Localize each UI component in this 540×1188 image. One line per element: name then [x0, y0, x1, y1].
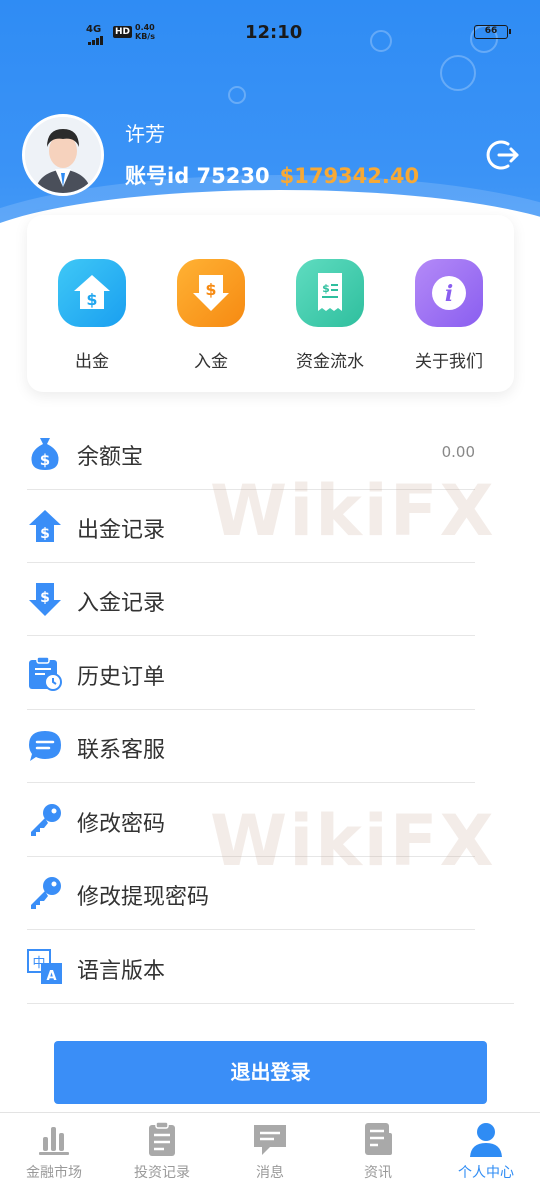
speed-unit: KB/s: [135, 32, 155, 41]
tab-label: 投资记录: [134, 1165, 190, 1181]
menu-item-deposit-records[interactable]: $ 入金记录: [27, 563, 475, 636]
avatar-person-icon: [25, 117, 101, 193]
info-icon: i: [415, 259, 483, 327]
account-info: 账号id 75230 $179342.40: [125, 160, 419, 190]
message-icon: [250, 1119, 290, 1159]
hd-badge: HD: [113, 26, 133, 38]
key-icon: [27, 875, 63, 911]
menu-label: 修改密码: [77, 812, 166, 837]
bar-chart-icon: [34, 1119, 74, 1159]
tab-investment-records[interactable]: 投资记录: [108, 1119, 216, 1182]
tab-label: 资讯: [364, 1165, 392, 1181]
menu-label: 出金记录: [77, 518, 166, 543]
key-icon: [27, 802, 63, 838]
house-dollar-icon: $: [27, 508, 63, 544]
quick-actions-card: $ 出金 $ 入金 $ 资金流水 i 关于我们: [27, 215, 514, 392]
svg-text:$: $: [322, 282, 330, 295]
network-type: 4G: [86, 24, 102, 35]
menu-label: 联系客服: [77, 738, 166, 763]
bottom-tab-bar: 金融市场 投资记录 消息 资讯 个人中心: [0, 1112, 540, 1188]
coin-decoration: [440, 55, 476, 91]
status-bar: 4G HD 0.40 KB/s 12:10 66: [0, 18, 540, 48]
chat-bubble-icon: [27, 728, 63, 764]
speed-value: 0.40: [135, 23, 155, 32]
coin-decoration: [228, 86, 246, 104]
quick-withdraw-label: 出金: [75, 352, 109, 372]
menu-item-language[interactable]: 中A 语言版本: [27, 931, 514, 1004]
svg-text:$: $: [40, 526, 50, 542]
network-speed: 0.40 KB/s: [135, 23, 155, 41]
battery-level: 66: [484, 26, 498, 36]
signal-icon: [88, 36, 103, 45]
tab-label: 金融市场: [26, 1165, 82, 1181]
quick-deposit-label: 入金: [194, 352, 228, 372]
menu-label: 入金记录: [77, 591, 166, 616]
svg-text:i: i: [445, 281, 453, 307]
menu-item-withdraw-records[interactable]: $ 出金记录: [27, 490, 475, 563]
arrow-down-dollar-icon: $: [177, 259, 245, 327]
tab-label: 个人中心: [458, 1165, 514, 1181]
svg-text:$: $: [86, 290, 97, 309]
tab-news[interactable]: 资讯: [324, 1119, 432, 1182]
menu-label: 修改提现密码: [77, 885, 210, 910]
translate-icon: 中A: [27, 949, 63, 985]
menu-label: 历史订单: [77, 665, 166, 690]
user-name: 许芳: [125, 122, 165, 146]
quick-flow-label: 资金流水: [296, 352, 364, 372]
menu-label: 余额宝: [77, 445, 144, 470]
avatar[interactable]: [22, 114, 104, 196]
quick-deposit-button[interactable]: $ 入金: [156, 259, 266, 372]
tab-label: 消息: [256, 1165, 284, 1181]
quick-about-label: 关于我们: [415, 352, 483, 372]
quick-flow-button[interactable]: $ 资金流水: [275, 259, 385, 372]
battery-icon: 66: [474, 25, 511, 39]
tab-messages[interactable]: 消息: [216, 1119, 324, 1182]
quick-about-button[interactable]: i 关于我们: [394, 259, 504, 372]
person-icon: [466, 1119, 506, 1159]
menu-item-customer-service[interactable]: 联系客服: [27, 710, 475, 783]
receipt-icon: $: [296, 259, 364, 327]
menu-item-change-withdraw-password[interactable]: 修改提现密码: [27, 857, 475, 930]
clock: 12:10: [245, 22, 303, 43]
menu-item-change-password[interactable]: 修改密码: [27, 784, 475, 857]
tab-profile[interactable]: 个人中心: [432, 1119, 540, 1182]
menu-item-balance-treasure[interactable]: $ 余额宝 0.00: [27, 417, 475, 490]
money-bag-icon: $: [27, 435, 63, 471]
menu-label: 语言版本: [77, 959, 166, 984]
arrow-down-dollar-icon: $: [27, 581, 63, 617]
svg-text:A: A: [46, 969, 56, 984]
account-id: 账号id 75230: [125, 164, 270, 188]
logout-icon[interactable]: [484, 136, 522, 174]
svg-text:$: $: [40, 590, 50, 606]
tab-market[interactable]: 金融市场: [0, 1119, 108, 1182]
house-dollar-icon: $: [58, 259, 126, 327]
clipboard-clock-icon: [27, 655, 63, 691]
news-icon: [358, 1119, 398, 1159]
clipboard-icon: [142, 1119, 182, 1159]
account-balance: $179342.40: [279, 164, 420, 188]
svg-text:$: $: [205, 280, 216, 299]
menu-item-order-history[interactable]: 历史订单: [27, 637, 475, 710]
svg-text:$: $: [40, 451, 50, 469]
balance-treasure-value: 0.00: [441, 443, 475, 461]
logout-button[interactable]: 退出登录: [54, 1041, 487, 1104]
quick-withdraw-button[interactable]: $ 出金: [37, 259, 147, 372]
